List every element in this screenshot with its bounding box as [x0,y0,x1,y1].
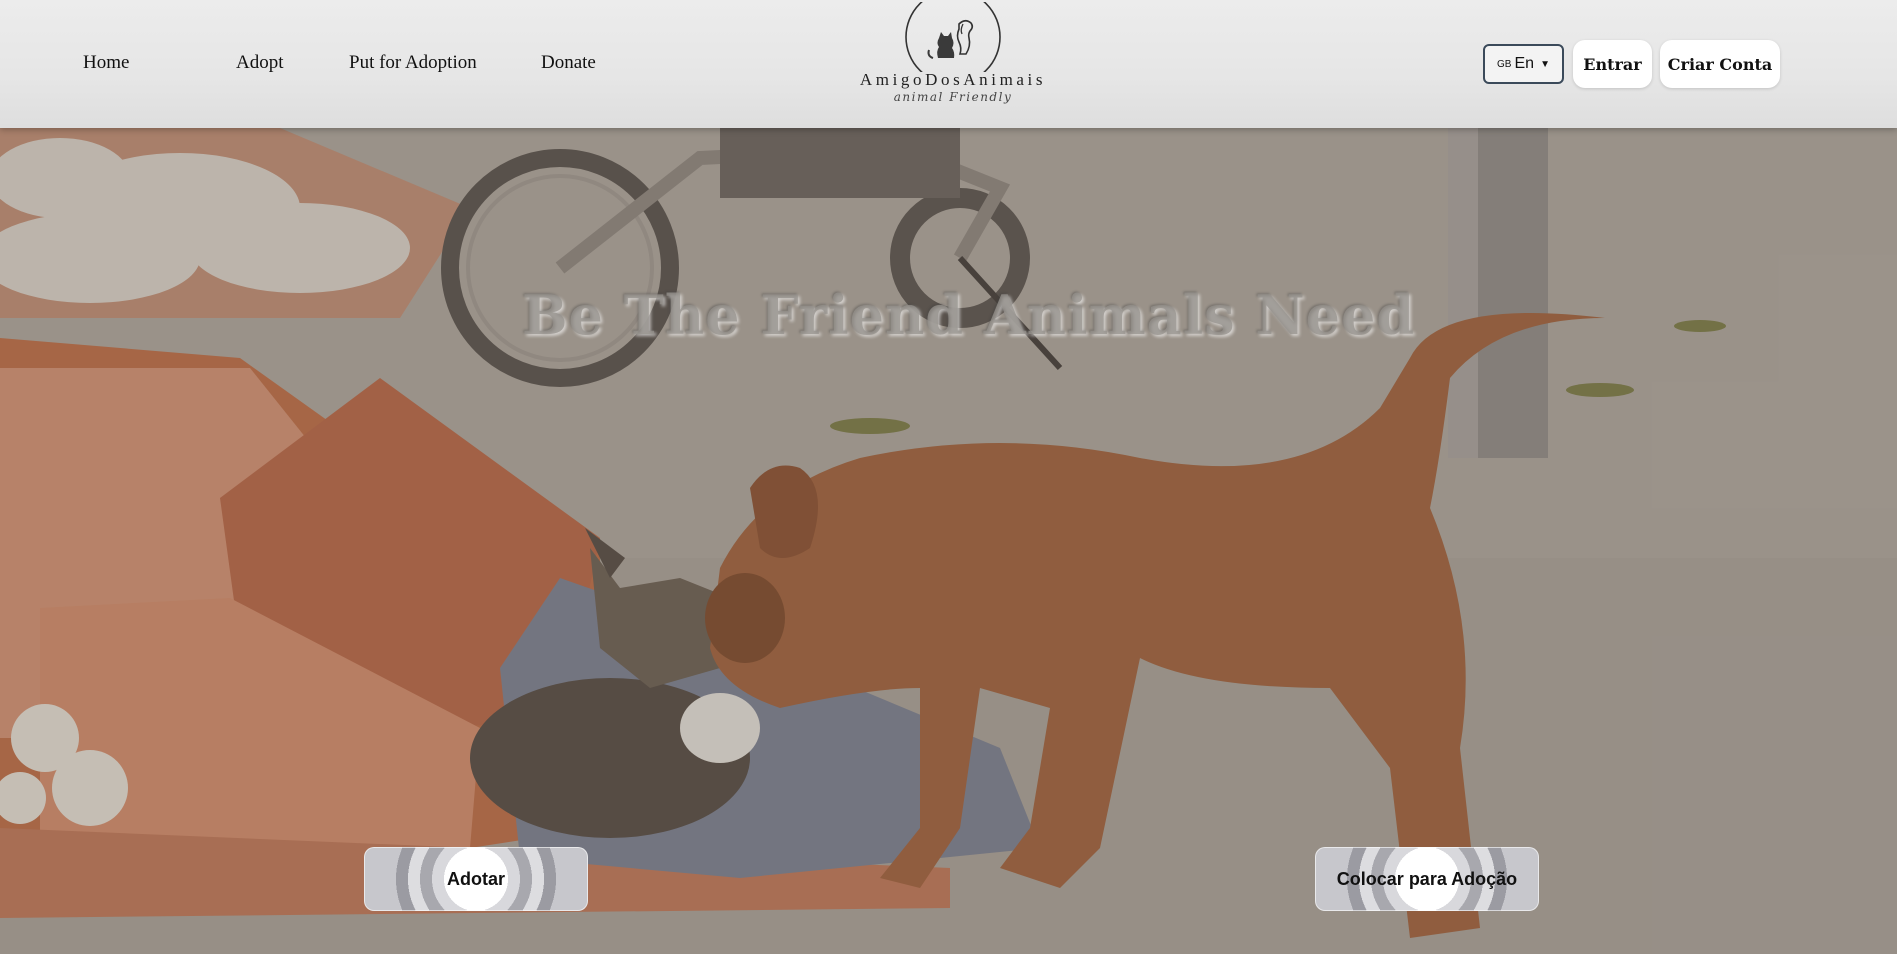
nav-donate-link[interactable]: Donate [541,52,596,74]
site-header: Home Adopt Put for Adoption Donate Amigo… [0,0,1897,128]
site-logo[interactable]: AmigoDosAnimais animal Friendly [850,2,1056,120]
signup-button[interactable]: Criar Conta [1660,40,1780,88]
login-button[interactable]: Entrar [1573,40,1652,88]
put-for-adoption-button[interactable]: Colocar para Adoção [1315,847,1539,911]
dog-and-cat-icon [905,2,1001,72]
logo-tagline: animal Friendly [893,90,1013,104]
adopt-button[interactable]: Adotar [364,847,588,911]
language-select[interactable]: GB En ▼ [1483,44,1564,84]
nav-home-link[interactable]: Home [83,52,129,74]
hero-title: Be The Friend Animals Need [521,283,1416,347]
hero-section: Be The Friend Animals Need [0,128,1897,954]
nav-put-for-adoption-link[interactable]: Put for Adoption [349,52,477,74]
flag-gb-icon: GB [1497,58,1512,70]
hero-background-image [0,128,1897,954]
nav-adopt-link[interactable]: Adopt [236,52,284,74]
logo-name: AmigoDosAnimais [859,70,1047,89]
language-selected-value: En [1514,55,1535,72]
chevron-down-icon: ▼ [1540,58,1550,70]
